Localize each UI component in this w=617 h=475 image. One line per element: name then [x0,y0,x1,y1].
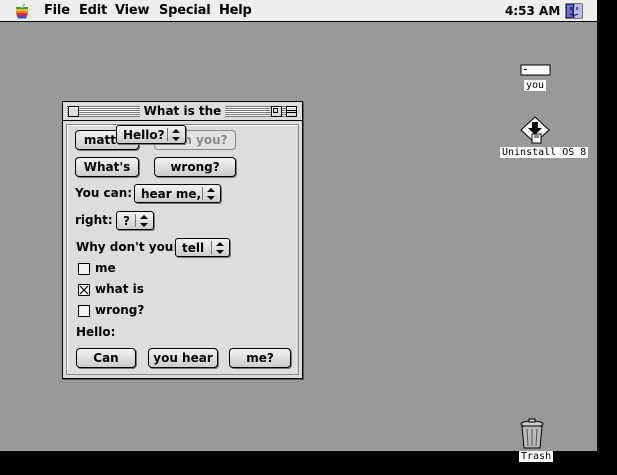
menu-help[interactable]: Help [219,3,252,18]
screen-border-bottom: Trash [0,451,617,475]
drive-icon [520,64,551,76]
why-dont-you-value: tell [182,241,205,255]
why-dont-you-popup[interactable]: tell [175,238,230,257]
menu-edit[interactable]: Edit [79,3,107,18]
what-is-checkbox[interactable] [78,284,90,296]
dialog-window: What is the matter with you? What's wron… [62,101,303,379]
wrong-button[interactable]: wrong? [154,157,236,177]
wrong-checkbox-label: wrong? [95,303,145,317]
what-is-checkbox-label: what is [95,282,144,296]
screen-border-right [597,0,617,475]
why-dont-you-label: Why don't you: [76,240,179,254]
desktop: File Edit View Special Help 4:53 AM you … [0,0,597,451]
desktop-icon-you[interactable] [518,64,552,78]
installer-icon [520,116,550,144]
menu-view[interactable]: View [115,3,150,18]
right-popup[interactable]: ? [116,211,154,230]
you-can-popup[interactable]: hear me, [134,184,221,203]
me-checkbox[interactable] [78,263,90,275]
trash-icon [520,418,544,449]
updown-arrows-icon [172,129,180,141]
menu-clock[interactable]: 4:53 AM [505,4,560,18]
can-button[interactable]: Can [76,348,136,368]
finder-icon[interactable] [565,3,583,19]
menu-bar: File Edit View Special Help 4:53 AM [0,0,597,22]
wrong-checkbox[interactable] [78,305,90,317]
me-checkbox-label: me [95,261,116,275]
desktop-icon-label: you [524,80,547,91]
window-content: matter with you? What's wrong? You can: … [66,124,299,375]
you-hear-button[interactable]: you hear [148,348,218,368]
desktop-icon-uninstall[interactable] [520,116,552,146]
updown-arrows-icon [207,188,215,200]
you-can-value: hear me, [141,187,202,201]
window-title: What is the [139,104,226,118]
updown-arrows-icon [216,242,224,254]
right-value: ? [123,214,130,228]
updown-arrows-icon [140,215,148,227]
hello-label: Hello: [76,325,116,339]
me-button[interactable]: me? [229,348,291,368]
apple-icon[interactable] [14,3,30,19]
window-titlebar[interactable]: What is the [63,102,302,121]
hello-value: Hello? [123,128,165,142]
hello-popup[interactable]: Hello? [116,125,186,144]
whats-button[interactable]: What's [75,157,139,177]
checkmark-x-icon [79,285,89,295]
menu-special[interactable]: Special [159,3,211,18]
you-can-label: You can: [75,186,133,200]
desktop-icon-trash[interactable] [518,418,548,450]
trash-label: Trash [519,451,554,462]
right-label: right: [75,213,113,227]
menu-file[interactable]: File [44,3,70,18]
desktop-icon-label: Uninstall OS 8 [500,147,589,158]
